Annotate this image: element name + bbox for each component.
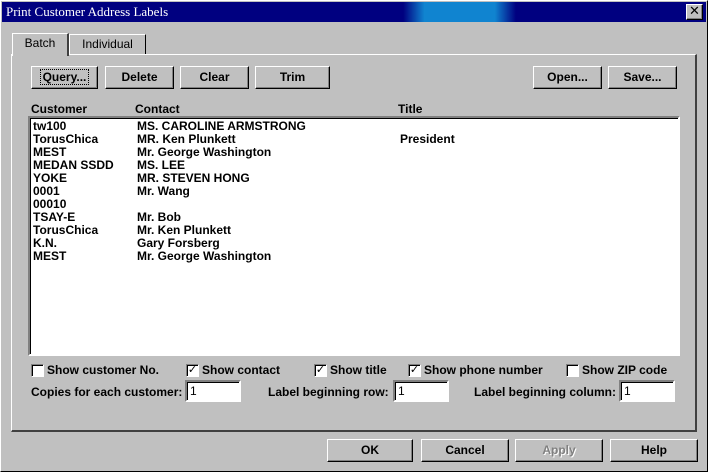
copies-label: Copies for each customer: <box>31 385 183 399</box>
checkbox-box[interactable] <box>566 363 579 377</box>
query-button[interactable]: Query... <box>31 66 98 89</box>
trim-button[interactable]: Trim <box>255 66 330 89</box>
apply-button-label: Apply <box>542 443 576 457</box>
column-header-customer[interactable]: Customer <box>31 102 87 116</box>
show-zip-label: Show ZIP code <box>582 363 668 377</box>
ok-button[interactable]: OK <box>327 439 413 462</box>
column-header-contact[interactable]: Contact <box>135 102 180 116</box>
save-button-label: Save... <box>623 70 662 84</box>
save-button[interactable]: Save... <box>608 66 677 89</box>
delete-button[interactable]: Delete <box>105 66 174 89</box>
ok-button-label: OK <box>361 443 379 457</box>
row-customer: MEST <box>33 249 67 263</box>
trim-button-label: Trim <box>279 70 306 84</box>
beginning-column-label: Label beginning column: <box>474 385 616 399</box>
show-customer-no-checkbox[interactable]: Show customer No. <box>31 363 159 377</box>
row-contact: Mr. Wang <box>137 184 190 198</box>
tab-individual-label: Individual <box>82 37 133 51</box>
tab-individual[interactable]: Individual <box>69 34 146 54</box>
close-icon: ✕ <box>689 4 700 19</box>
beginning-column-input[interactable]: 1 <box>619 380 675 402</box>
tab-batch-label: Batch <box>24 36 56 50</box>
close-button[interactable]: ✕ <box>686 4 703 20</box>
row-title: President <box>400 132 455 146</box>
cancel-button[interactable]: Cancel <box>421 439 509 462</box>
copies-input[interactable]: 1 <box>185 380 241 402</box>
column-header-title[interactable]: Title <box>398 102 422 116</box>
beginning-row-label: Label beginning row: <box>268 385 389 399</box>
clear-button-label: Clear <box>199 70 230 84</box>
open-button-label: Open... <box>547 70 588 84</box>
delete-button-label: Delete <box>121 70 158 84</box>
clear-button[interactable]: Clear <box>180 66 249 89</box>
show-title-checkbox[interactable]: ✓ Show title <box>314 363 387 377</box>
row-contact: Mr. George Washington <box>137 249 272 263</box>
show-zip-checkbox[interactable]: Show ZIP code <box>566 363 667 377</box>
apply-button[interactable]: Apply <box>515 439 603 462</box>
window-title: Print Customer Address Labels <box>6 4 169 19</box>
show-phone-checkbox[interactable]: ✓ Show phone number <box>408 363 543 377</box>
show-contact-label: Show contact <box>202 363 281 377</box>
query-button-label: Query... <box>39 69 90 85</box>
check-icon[interactable]: ✓ <box>408 363 421 377</box>
show-contact-checkbox[interactable]: ✓ Show contact <box>186 363 280 377</box>
show-customer-no-label: Show customer No. <box>47 363 160 377</box>
open-button[interactable]: Open... <box>533 66 602 89</box>
beginning-row-input[interactable]: 1 <box>393 380 449 402</box>
check-icon[interactable]: ✓ <box>314 363 327 377</box>
check-icon[interactable]: ✓ <box>186 363 199 377</box>
customer-list[interactable]: tw100 MS. CAROLINE ARMSTRONG TorusChica MR… <box>28 116 680 356</box>
show-title-label: Show title <box>330 363 387 377</box>
checkbox-box[interactable] <box>31 363 44 377</box>
print-labels-dialog: Print Customer Address Labels ✕ Batch In… <box>0 0 708 472</box>
cancel-button-label: Cancel <box>445 443 485 457</box>
tab-batch[interactable]: Batch <box>12 33 69 56</box>
title-bar: Print Customer Address Labels ✕ <box>2 2 706 22</box>
help-button[interactable]: Help <box>610 439 698 462</box>
help-button-label: Help <box>640 443 667 457</box>
show-phone-label: Show phone number <box>424 363 543 377</box>
